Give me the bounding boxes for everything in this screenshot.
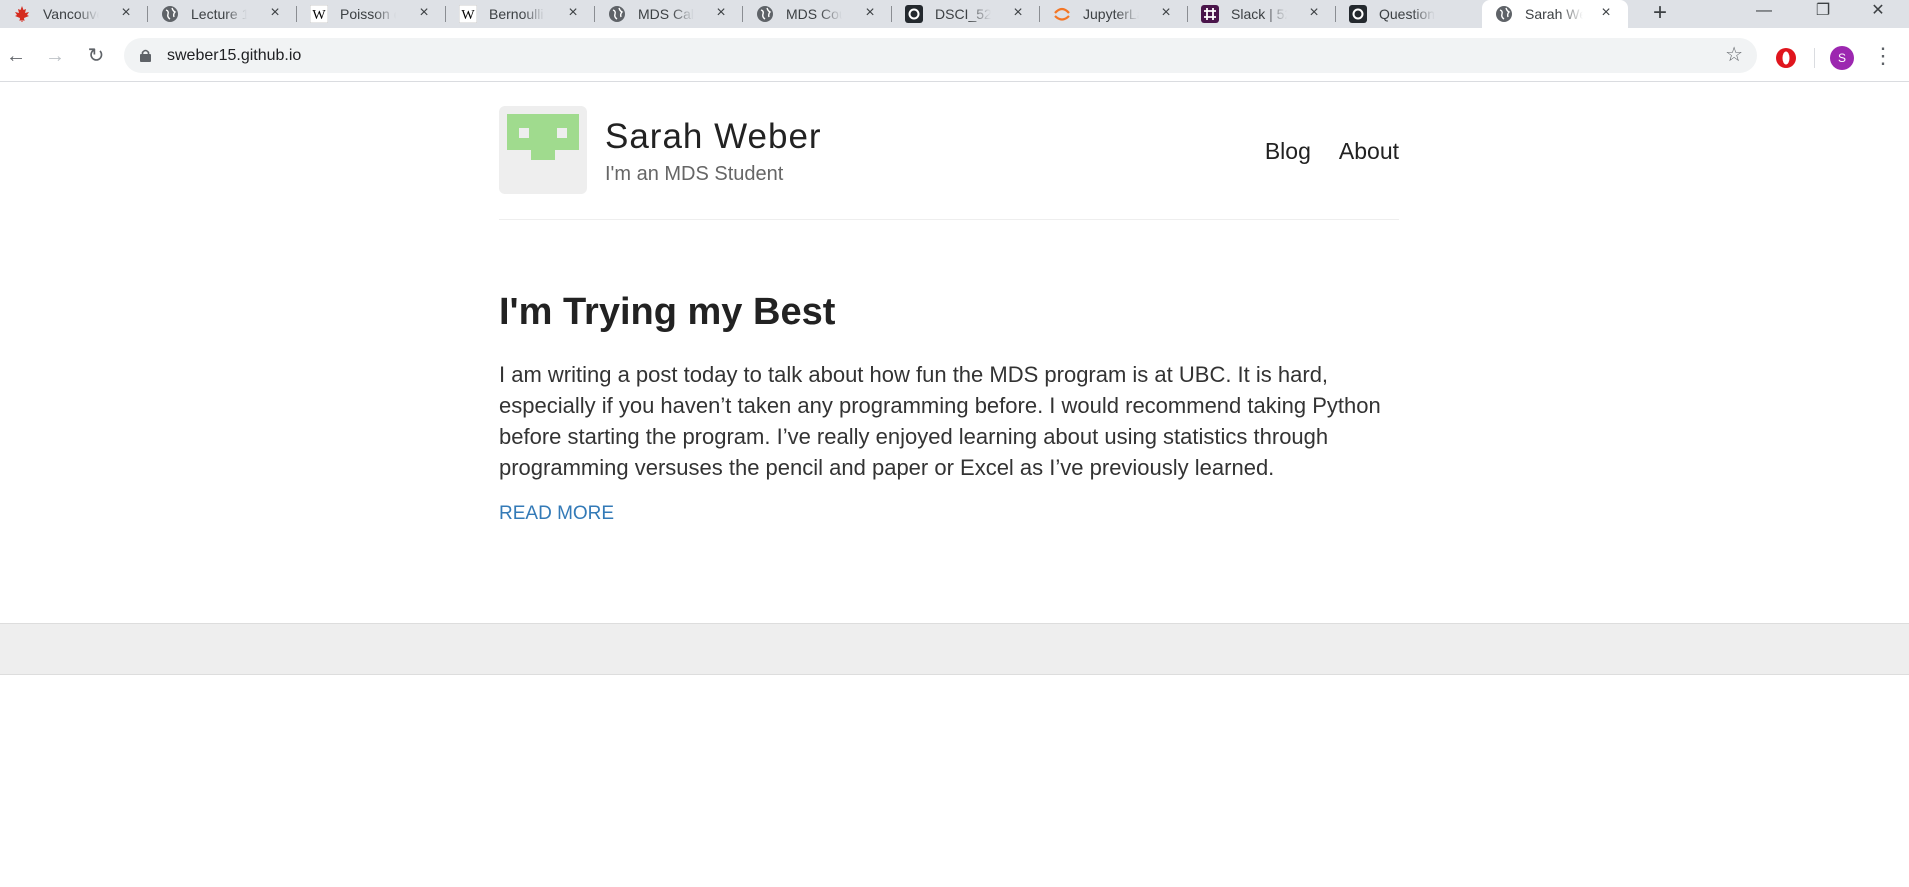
read-more-link[interactable]: READ MORE xyxy=(499,502,614,526)
close-icon[interactable]: × xyxy=(1010,5,1026,21)
tab-title: MDS Caler xyxy=(638,6,694,22)
avatar-image xyxy=(507,114,579,160)
browser-tab[interactable]: Question xyxy=(1336,0,1482,28)
site-nav: Blog About xyxy=(1237,137,1399,165)
tab-title: Sarah Wel xyxy=(1525,6,1583,22)
github-icon xyxy=(1349,5,1367,23)
tab-title: Slack | 521 xyxy=(1231,6,1287,22)
svg-text:W: W xyxy=(312,8,326,23)
github-icon xyxy=(905,5,923,23)
browser-tab[interactable]: Lecture 1 ( × xyxy=(148,0,297,28)
browser-tab[interactable]: Vancouver × xyxy=(0,0,148,28)
close-icon[interactable]: × xyxy=(1158,5,1174,21)
browser-tab[interactable]: MDS Caler × xyxy=(595,0,743,28)
browser-toolbar: ← → ↻ sweber15.github.io ☆ S ⋮ xyxy=(0,28,1909,82)
browser-tab[interactable]: MDS Cour × xyxy=(743,0,892,28)
tab-strip: Vancouver × Lecture 1 ( × W Poisson di ×… xyxy=(0,0,1909,28)
reload-button[interactable]: ↻ xyxy=(84,44,108,68)
canada-flag-icon xyxy=(15,6,29,22)
svg-text:W: W xyxy=(461,8,475,23)
tab-title: DSCI_521_ xyxy=(935,6,991,22)
site-header: Sarah Weber I'm an MDS Student Blog About xyxy=(499,106,1399,220)
tab-title: Poisson di xyxy=(340,6,396,22)
more-menu-icon[interactable]: ⋮ xyxy=(1872,42,1894,70)
tab-title: Lecture 1 ( xyxy=(191,6,247,22)
restore-button[interactable]: ❐ xyxy=(1800,0,1846,28)
toolbar-divider xyxy=(1814,48,1815,68)
browser-tab[interactable]: W Bernoulli d × xyxy=(446,0,595,28)
browser-tab[interactable]: W Poisson di × xyxy=(297,0,446,28)
post-title[interactable]: I'm Trying my Best xyxy=(499,290,1399,334)
web-page: Sarah Weber I'm an MDS Student Blog About… xyxy=(0,82,1909,887)
back-button[interactable]: ← xyxy=(4,44,28,68)
close-window-button[interactable]: ✕ xyxy=(1855,0,1901,28)
close-icon[interactable]: × xyxy=(862,5,878,21)
site-title[interactable]: Sarah Weber xyxy=(605,116,822,158)
tab-title: JupyterLat xyxy=(1083,6,1139,22)
close-icon[interactable]: × xyxy=(1306,5,1322,21)
close-icon[interactable]: × xyxy=(565,5,581,21)
opera-extension-icon[interactable] xyxy=(1775,47,1797,69)
close-icon[interactable]: × xyxy=(1598,5,1614,21)
globe-icon xyxy=(162,6,178,22)
globe-icon xyxy=(757,6,773,22)
close-icon[interactable]: × xyxy=(416,5,432,21)
bookmark-star-icon[interactable]: ☆ xyxy=(1725,45,1743,65)
url-text: sweber15.github.io xyxy=(167,47,302,64)
tab-title: Vancouver xyxy=(43,6,99,22)
address-bar[interactable]: sweber15.github.io ☆ xyxy=(124,38,1757,73)
wikipedia-icon: W xyxy=(459,5,477,23)
close-icon[interactable]: × xyxy=(713,5,729,21)
forward-button[interactable]: → xyxy=(43,44,67,68)
browser-tab[interactable]: JupyterLat × xyxy=(1040,0,1188,28)
site-footer xyxy=(0,623,1909,675)
new-tab-button[interactable]: + xyxy=(1647,1,1673,27)
tab-title: MDS Cour xyxy=(786,6,842,22)
close-icon[interactable]: × xyxy=(118,5,134,21)
tab-title: Bernoulli d xyxy=(489,6,545,22)
site-avatar[interactable] xyxy=(499,106,587,194)
jupyter-icon xyxy=(1054,7,1070,21)
close-icon[interactable]: × xyxy=(267,5,283,21)
browser-tab[interactable]: DSCI_521_ × xyxy=(892,0,1040,28)
profile-avatar[interactable]: S xyxy=(1830,46,1854,70)
blog-post: I'm Trying my Best I am writing a post t… xyxy=(499,290,1399,526)
site-description: I'm an MDS Student xyxy=(605,163,784,185)
globe-icon xyxy=(1496,6,1512,22)
slack-icon xyxy=(1201,5,1219,23)
globe-icon xyxy=(609,6,625,22)
nav-link-about[interactable]: About xyxy=(1339,138,1399,164)
post-excerpt: I am writing a post today to talk about … xyxy=(499,362,1381,480)
browser-tab[interactable]: Slack | 521 × xyxy=(1188,0,1336,28)
tab-title: Question xyxy=(1379,6,1435,22)
wikipedia-icon: W xyxy=(310,5,328,23)
minimize-button[interactable]: — xyxy=(1741,0,1787,28)
nav-link-blog[interactable]: Blog xyxy=(1265,138,1311,164)
lock-icon xyxy=(140,49,151,62)
browser-tab-active[interactable]: Sarah Wel × xyxy=(1482,0,1628,28)
